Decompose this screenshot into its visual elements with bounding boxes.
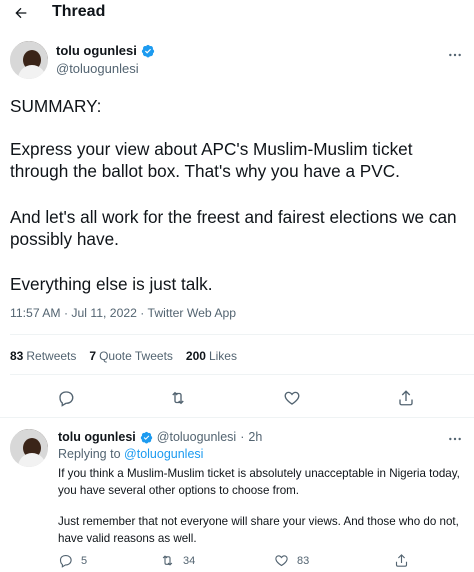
verified-badge-icon <box>140 431 152 443</box>
reply-button[interactable] <box>56 388 76 408</box>
reply-text-paragraph: If you think a Muslim-Muslim ticket is a… <box>58 467 464 497</box>
reply-time-ago[interactable]: 2h <box>248 430 262 444</box>
meta-separator: · <box>136 306 148 320</box>
tweet-text-paragraph: Everything else is just talk. <box>10 274 213 294</box>
retweets-count: 83 <box>10 349 24 363</box>
page-title: Thread <box>52 3 106 20</box>
heart-icon <box>275 555 288 567</box>
reply-dot-separator: · <box>240 430 245 444</box>
reply-more-button[interactable] <box>446 430 464 448</box>
tweet-text-paragraph: Express your view about APC's Muslim-Mus… <box>10 139 418 181</box>
reply-icon <box>59 554 72 568</box>
heart-icon <box>284 391 300 405</box>
more-horizontal-icon <box>449 437 461 441</box>
likes-label: Likes <box>208 349 237 363</box>
reply-author-display-name[interactable]: tolu ogunlesi <box>58 430 136 444</box>
more-button[interactable] <box>446 46 464 64</box>
retweet-icon <box>162 555 173 566</box>
reply-actions: 5 34 83 <box>58 553 474 571</box>
retweet-button[interactable] <box>168 388 188 408</box>
reply-share-button[interactable] <box>394 553 409 568</box>
retweets-stat[interactable]: 83 Retweets <box>10 349 76 363</box>
author-name-row: tolu ogunlesi <box>56 43 155 58</box>
reply-text-paragraph: Just remember that not everyone will sha… <box>58 515 463 545</box>
divider <box>10 334 474 335</box>
divider <box>10 374 474 375</box>
likes-count: 200 <box>185 349 206 363</box>
like-button[interactable] <box>282 388 302 408</box>
author-display-name[interactable]: tolu ogunlesi <box>56 43 137 58</box>
reply-avatar[interactable] <box>10 429 48 467</box>
tweet-text-summary: SUMMARY: <box>10 96 102 116</box>
replying-to-prefix: Replying to <box>58 447 121 461</box>
arrow-left-icon <box>15 7 27 19</box>
replying-to-mention[interactable]: @toluogunlesi <box>124 447 203 461</box>
quotes-count: 7 <box>89 349 97 363</box>
share-icon <box>395 554 408 567</box>
tweet-text-paragraph: And let's all work for the freest and fa… <box>10 207 462 249</box>
back-button[interactable] <box>10 2 32 24</box>
tweet-source[interactable]: Twitter Web App <box>148 306 237 320</box>
retweet-count: 34 <box>183 554 196 567</box>
retweets-label: Retweets <box>26 349 77 363</box>
divider <box>0 417 474 418</box>
avatar[interactable] <box>10 41 48 79</box>
tweet-timestamp[interactable]: 11:57 AM · Jul 11, 2022 <box>10 306 137 320</box>
quotes-label: Quote Tweets <box>99 349 173 363</box>
reply-author-row: tolu ogunlesi @toluogunlesi · 2h <box>58 430 262 444</box>
tweet-actions <box>0 388 474 408</box>
author-handle[interactable]: @toluogunlesi <box>56 61 139 76</box>
share-button[interactable] <box>396 388 416 408</box>
reply-reply-button[interactable]: 5 <box>58 553 87 568</box>
retweet-icon <box>172 391 184 405</box>
reply-icon <box>59 391 74 407</box>
tweet-meta: 11:57 AM · Jul 11, 2022 · Twitter Web Ap… <box>10 306 236 320</box>
replying-to-line: Replying to @toluogunlesi <box>58 447 203 461</box>
verified-badge-icon <box>141 44 155 57</box>
likes-stat[interactable]: 200 Likes <box>186 349 237 363</box>
thread-header: Thread <box>0 0 474 26</box>
reply-retweet-button[interactable]: 34 <box>160 553 195 568</box>
share-icon <box>399 390 413 406</box>
quotes-stat[interactable]: 7 Quote Tweets <box>89 349 173 363</box>
reply-like-button[interactable]: 83 <box>274 553 309 568</box>
like-count: 83 <box>297 554 310 567</box>
reply-author-handle[interactable]: @toluogunlesi <box>157 430 236 444</box>
tweet-stats: 83 Retweets 7 Quote Tweets 200 Likes <box>10 349 237 363</box>
reply-count: 5 <box>81 554 88 567</box>
more-horizontal-icon <box>449 53 461 57</box>
